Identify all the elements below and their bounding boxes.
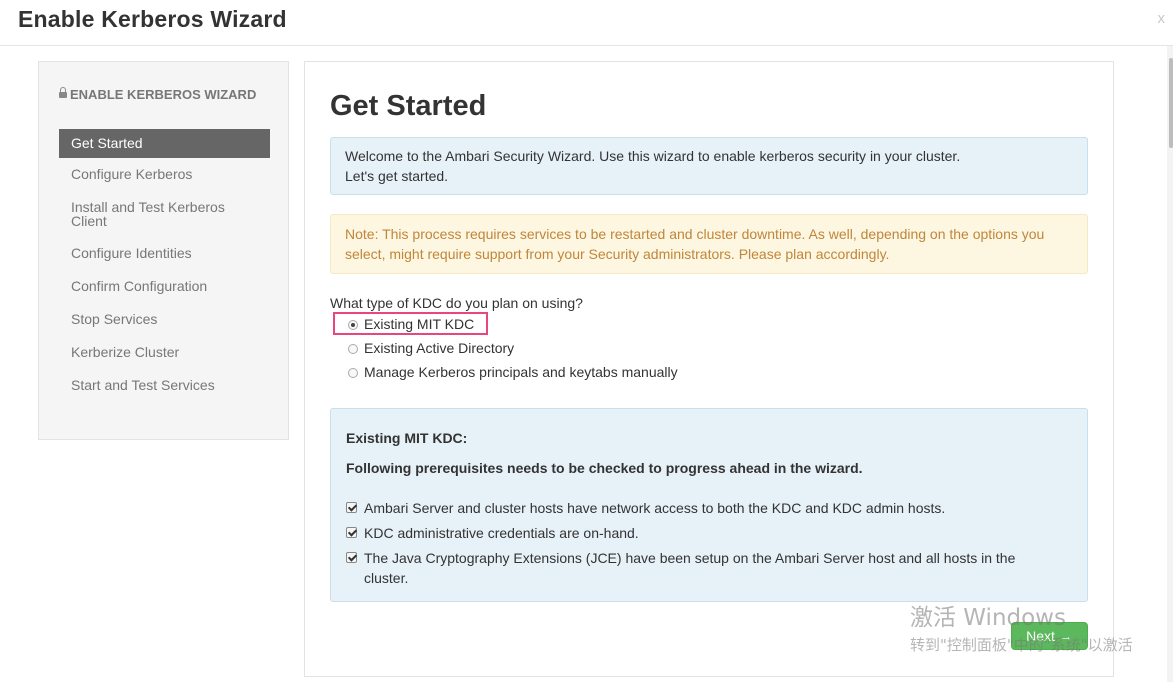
prereq-item-label: The Java Cryptography Extensions (JCE) h… <box>364 550 1016 586</box>
radio-button-selected[interactable] <box>348 320 358 330</box>
step-configure-kerberos[interactable]: Configure Kerberos <box>59 167 270 182</box>
step-stop-services[interactable]: Stop Services <box>59 312 270 327</box>
radio-button[interactable] <box>348 344 358 354</box>
prereq-item-network-access[interactable]: Ambari Server and cluster hosts have net… <box>346 498 1036 518</box>
sidebar-header-label: ENABLE KERBEROS WIZARD <box>70 87 257 102</box>
step-install-test-kerberos-client[interactable]: Install and Test Kerberos Client <box>59 200 270 228</box>
close-button[interactable]: x <box>1158 10 1166 27</box>
next-button[interactable]: Next → <box>1011 622 1088 650</box>
step-configure-identities[interactable]: Configure Identities <box>59 246 270 261</box>
lock-icon <box>59 87 67 99</box>
kdc-option-active-directory[interactable]: Existing Active Directory <box>348 339 514 357</box>
kdc-question-label: What type of KDC do you plan on using? <box>330 295 583 311</box>
prereq-item-label: KDC administrative credentials are on-ha… <box>364 525 639 541</box>
prereq-item-admin-credentials[interactable]: KDC administrative credentials are on-ha… <box>346 523 1036 543</box>
wizard-steps: Get Started Configure Kerberos Install a… <box>59 129 270 393</box>
info-line-2: Let's get started. <box>345 168 449 184</box>
kdc-option-label: Existing Active Directory <box>364 340 515 356</box>
sidebar-header: ENABLE KERBEROS WIZARD <box>59 85 259 105</box>
step-start-test-services[interactable]: Start and Test Services <box>59 378 270 393</box>
kdc-option-existing-mit[interactable]: Existing MIT KDC <box>348 315 474 333</box>
wizard-content: Get Started Welcome to the Ambari Securi… <box>304 61 1114 677</box>
welcome-info-alert: Welcome to the Ambari Security Wizard. U… <box>330 137 1088 195</box>
modal-header: Enable Kerberos Wizard x <box>0 0 1173 46</box>
wizard-sidebar: ENABLE KERBEROS WIZARD Get Started Confi… <box>38 61 289 440</box>
info-line-1: Welcome to the Ambari Security Wizard. U… <box>345 148 961 164</box>
downtime-warning-alert: Note: This process requires services to … <box>330 214 1088 274</box>
step-confirm-configuration[interactable]: Confirm Configuration <box>59 279 270 294</box>
prerequisites-panel: Existing MIT KDC: Following prerequisite… <box>330 408 1088 602</box>
kdc-option-manual[interactable]: Manage Kerberos principals and keytabs m… <box>348 363 678 381</box>
step-kerberize-cluster[interactable]: Kerberize Cluster <box>59 345 270 360</box>
prereq-title: Existing MIT KDC: <box>346 430 468 446</box>
radio-button[interactable] <box>348 368 358 378</box>
page-title: Get Started <box>330 90 487 122</box>
prereq-item-label: Ambari Server and cluster hosts have net… <box>364 500 946 516</box>
checkbox-checked[interactable] <box>346 527 357 538</box>
step-get-started[interactable]: Get Started <box>59 129 270 158</box>
prereq-item-jce[interactable]: The Java Cryptography Extensions (JCE) h… <box>346 548 1036 588</box>
checkbox-checked[interactable] <box>346 502 357 513</box>
modal-title: Enable Kerberos Wizard <box>18 6 287 32</box>
checkbox-checked[interactable] <box>346 552 357 563</box>
kdc-option-label: Existing MIT KDC <box>364 316 475 332</box>
kdc-option-label: Manage Kerberos principals and keytabs m… <box>364 364 678 380</box>
prereq-subtitle: Following prerequisites needs to be chec… <box>346 460 863 476</box>
scrollbar-thumb[interactable] <box>1169 58 1173 148</box>
